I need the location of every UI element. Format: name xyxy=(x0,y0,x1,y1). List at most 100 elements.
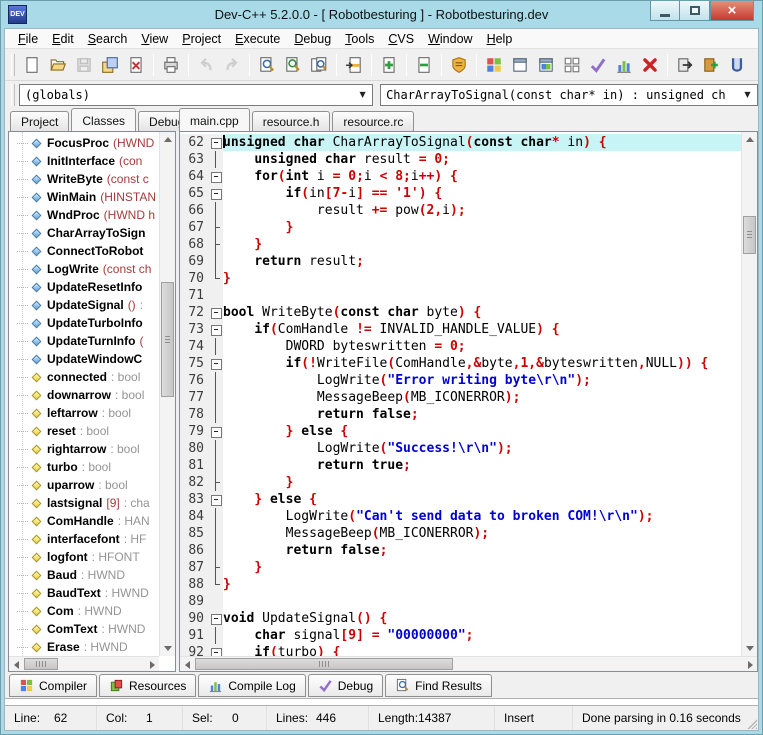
code-line[interactable]: 84 LogWrite("Can't send data to broken C… xyxy=(180,508,741,525)
tree-item-focusproc[interactable]: FocusProc(HWND xyxy=(9,134,159,152)
new-project-button[interactable] xyxy=(481,52,507,78)
title-bar[interactable]: DEV Dev-C++ 5.2.0.0 - [ Robotbesturing ]… xyxy=(1,1,762,28)
find-in-files-button[interactable] xyxy=(306,52,332,78)
maximize-button[interactable] xyxy=(680,1,710,21)
fold-marker[interactable] xyxy=(209,321,223,338)
fold-marker[interactable] xyxy=(209,644,223,656)
code-line[interactable]: 76 LogWrite("Error writing byte\r\n"); xyxy=(180,372,741,389)
compile-run-button[interactable] xyxy=(698,52,724,78)
code-line[interactable]: 85 MessageBeep(MB_ICONERROR); xyxy=(180,525,741,542)
tree-item-updateturboinfo[interactable]: UpdateTurboInfo xyxy=(9,314,159,332)
tree-item-connected[interactable]: connected: bool xyxy=(9,368,159,386)
menu-project[interactable]: Project xyxy=(175,29,228,49)
menu-view[interactable]: View xyxy=(134,29,175,49)
menu-execute[interactable]: Execute xyxy=(228,29,287,49)
scroll-down-arrow[interactable] xyxy=(160,641,176,656)
menu-debug[interactable]: Debug xyxy=(287,29,338,49)
fold-marker[interactable] xyxy=(209,168,223,185)
profile-button[interactable] xyxy=(446,52,472,78)
member-combobox[interactable]: CharArrayToSignal(const char* in) : unsi… xyxy=(380,84,758,106)
panel-tab-compiler[interactable]: Compiler xyxy=(9,674,97,697)
code-editor[interactable]: 62unsigned char CharArrayToSignal(const … xyxy=(180,132,741,656)
tree-item-reset[interactable]: reset: bool xyxy=(9,422,159,440)
menu-search[interactable]: Search xyxy=(81,29,135,49)
goto-line-button[interactable] xyxy=(341,52,367,78)
tree-item-winmain[interactable]: WinMain(HINSTAN xyxy=(9,188,159,206)
menu-edit[interactable]: Edit xyxy=(45,29,81,49)
tree-item-baud[interactable]: Baud: HWND xyxy=(9,566,159,584)
code-line[interactable]: 92 if(turbo) { xyxy=(180,644,741,656)
new-window-button[interactable] xyxy=(507,52,533,78)
tree-item-logfont[interactable]: logfont: HFONT xyxy=(9,548,159,566)
file-tab-resource-h[interactable]: resource.h xyxy=(252,111,331,131)
tree-item-erase[interactable]: Erase: HWND xyxy=(9,638,159,656)
fold-marker[interactable] xyxy=(209,491,223,508)
tree-hscroll-thumb[interactable] xyxy=(24,658,58,670)
scroll-left-arrow[interactable] xyxy=(9,657,23,672)
fold-marker[interactable] xyxy=(209,304,223,321)
code-line[interactable]: 90void UpdateSignal() { xyxy=(180,610,741,627)
scroll-right-arrow[interactable] xyxy=(743,657,757,672)
abort-button[interactable] xyxy=(637,52,663,78)
tree-item-updatesignal[interactable]: UpdateSignal() : xyxy=(9,296,159,314)
code-line[interactable]: 67 } xyxy=(180,219,741,236)
panel-tab-debug[interactable]: Debug xyxy=(308,674,383,697)
close-button[interactable]: × xyxy=(710,1,754,21)
fold-marker[interactable] xyxy=(209,134,223,151)
resize-grip[interactable] xyxy=(745,717,757,729)
editor-hscroll-thumb[interactable] xyxy=(195,658,453,670)
scroll-up-arrow[interactable] xyxy=(742,132,758,147)
tree-item-downarrow[interactable]: downarrow: bool xyxy=(9,386,159,404)
code-line[interactable]: 88} xyxy=(180,576,741,593)
replace-button[interactable] xyxy=(280,52,306,78)
project-options-button[interactable] xyxy=(559,52,585,78)
editor-vscroll-thumb[interactable] xyxy=(743,216,756,254)
new-file-button[interactable] xyxy=(19,52,45,78)
tree-vertical-scrollbar[interactable] xyxy=(159,132,175,656)
print-button[interactable] xyxy=(158,52,184,78)
code-line[interactable]: 78 return false; xyxy=(180,406,741,423)
tree-item-connecttorobot[interactable]: ConnectToRobot xyxy=(9,242,159,260)
tab-classes[interactable]: Classes xyxy=(71,108,136,131)
code-line[interactable]: 68 } xyxy=(180,236,741,253)
tree-item-lastsignal[interactable]: lastsignal[9] : cha xyxy=(9,494,159,512)
syntax-check-button[interactable] xyxy=(585,52,611,78)
code-line[interactable]: 64 for(int i = 0;i < 8;i++) { xyxy=(180,168,741,185)
tree-item-interfacefont[interactable]: interfacefont: HF xyxy=(9,530,159,548)
menu-tools[interactable]: Tools xyxy=(338,29,381,49)
tree-item-comhandle[interactable]: ComHandle: HAN xyxy=(9,512,159,530)
panel-tab-compile-log[interactable]: Compile Log xyxy=(198,674,305,697)
chevron-down-icon[interactable]: ▼ xyxy=(354,86,371,104)
toggle-bookmark-button[interactable] xyxy=(411,52,437,78)
tree-item-com[interactable]: Com: HWND xyxy=(9,602,159,620)
tree-item-leftarrow[interactable]: leftarrow: bool xyxy=(9,404,159,422)
tree-item-rightarrow[interactable]: rightarrow: bool xyxy=(9,440,159,458)
tree-item-updatewindowc[interactable]: UpdateWindowC xyxy=(9,350,159,368)
code-line[interactable]: 81 return true; xyxy=(180,457,741,474)
tree-item-logwrite[interactable]: LogWrite(const ch xyxy=(9,260,159,278)
code-line[interactable]: 62unsigned char CharArrayToSignal(const … xyxy=(180,134,741,151)
menu-file[interactable]: File xyxy=(11,29,45,49)
code-line[interactable]: 66 result += pow(2,i); xyxy=(180,202,741,219)
code-line[interactable]: 75 if(!WriteFile(ComHandle,&byte,1,&byte… xyxy=(180,355,741,372)
editor-horizontal-scrollbar[interactable] xyxy=(180,656,757,671)
tree-item-writebyte[interactable]: WriteByte(const c xyxy=(9,170,159,188)
code-line[interactable]: 83 } else { xyxy=(180,491,741,508)
tree-vscroll-thumb[interactable] xyxy=(161,282,174,397)
code-line[interactable]: 73 if(ComHandle != INVALID_HANDLE_VALUE)… xyxy=(180,321,741,338)
code-line[interactable]: 77 MessageBeep(MB_ICONERROR); xyxy=(180,389,741,406)
tree-item-updateresetinfo[interactable]: UpdateResetInfo xyxy=(9,278,159,296)
code-line[interactable]: 69 return result; xyxy=(180,253,741,270)
fold-marker[interactable] xyxy=(209,355,223,372)
scroll-right-arrow[interactable] xyxy=(145,657,159,672)
code-line[interactable]: 74 DWORD byteswritten = 0; xyxy=(180,338,741,355)
new-template-button[interactable] xyxy=(533,52,559,78)
find-button[interactable] xyxy=(254,52,280,78)
code-line[interactable]: 80 LogWrite("Success!\r\n"); xyxy=(180,440,741,457)
minimize-button[interactable] xyxy=(650,1,680,21)
tree-item-baudtext[interactable]: BaudText: HWND xyxy=(9,584,159,602)
code-line[interactable]: 79 } else { xyxy=(180,423,741,440)
save-all-button[interactable] xyxy=(97,52,123,78)
scroll-left-arrow[interactable] xyxy=(180,657,194,672)
code-line[interactable]: 71 xyxy=(180,287,741,304)
